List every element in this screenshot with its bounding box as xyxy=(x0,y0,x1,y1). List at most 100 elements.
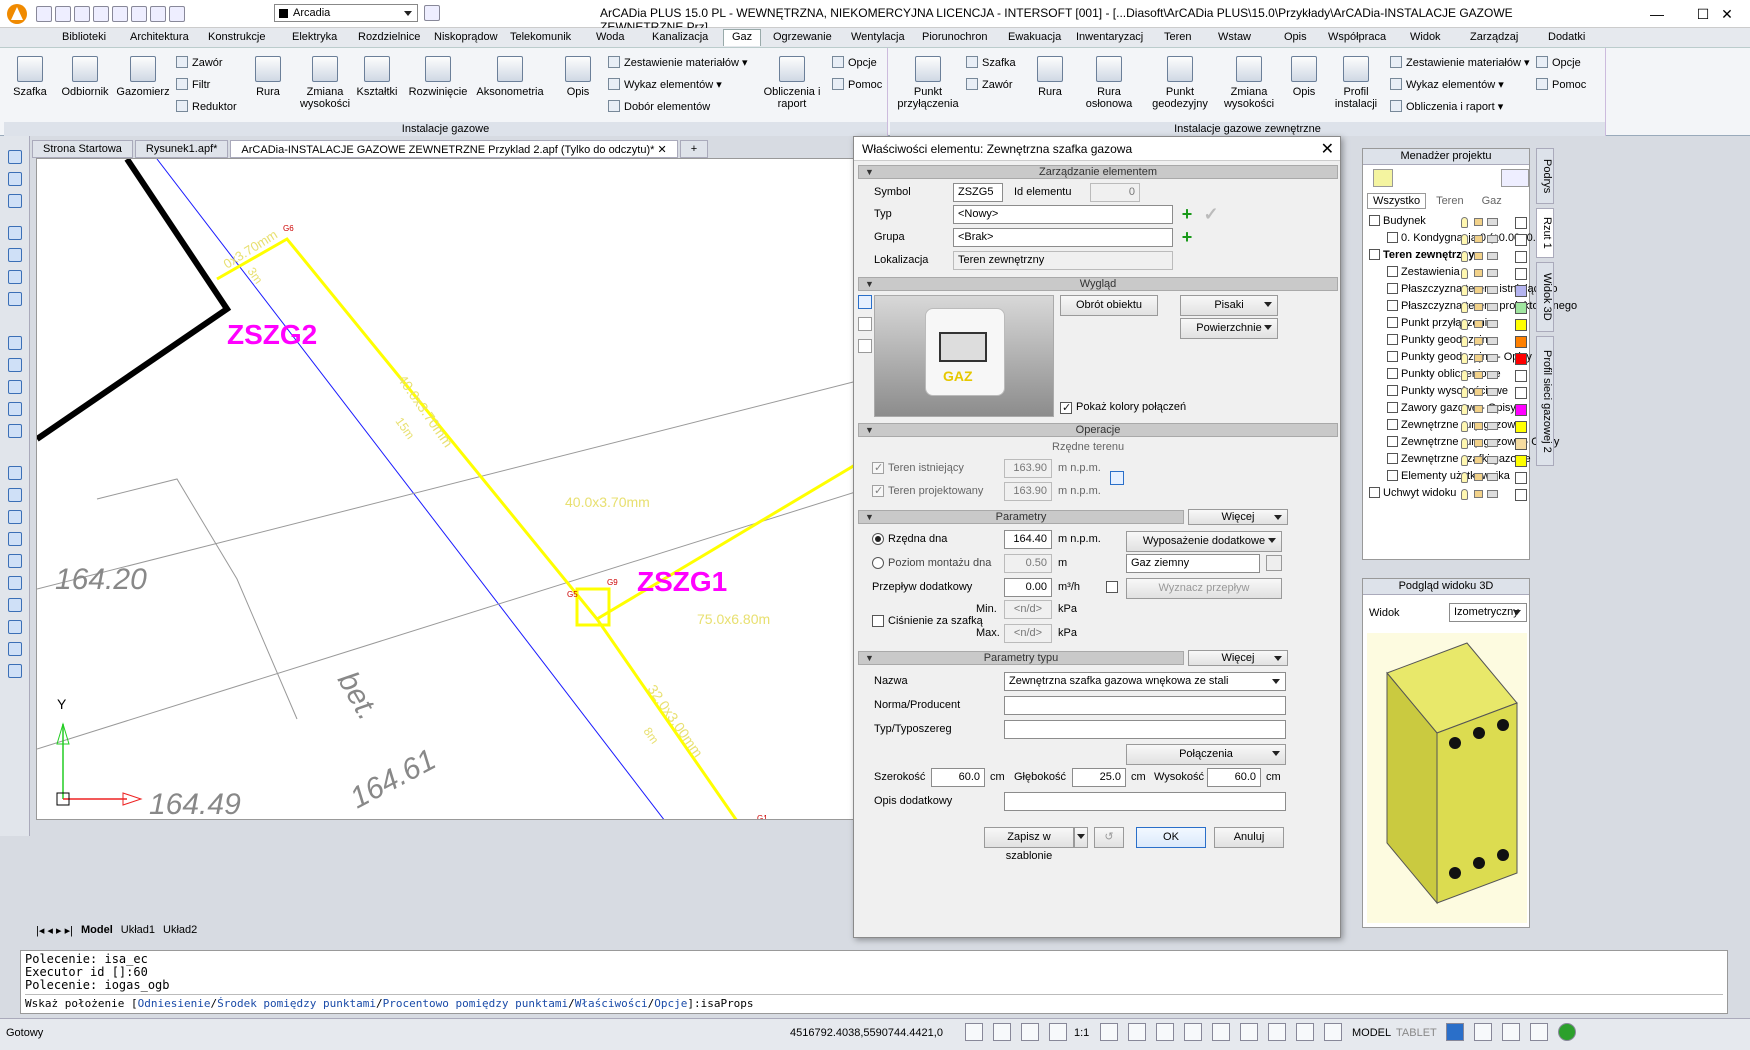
open-file-icon[interactable] xyxy=(55,6,71,22)
rzedna-dna-input[interactable]: 164.40 xyxy=(1004,530,1052,549)
tool-spline-icon[interactable] xyxy=(8,598,22,612)
lock-icon[interactable] xyxy=(1474,439,1483,447)
command-line[interactable]: Polecenie: isa_ec Executor id []:60 Pole… xyxy=(20,950,1728,1014)
lock-icon[interactable] xyxy=(1474,235,1483,243)
view-3d-icon[interactable] xyxy=(858,339,872,353)
tab-uklad2[interactable]: Układ2 xyxy=(163,924,197,936)
layer-color-swatch[interactable] xyxy=(1515,319,1527,331)
visibility-bulb-icon[interactable] xyxy=(1461,387,1468,398)
print-icon[interactable] xyxy=(1487,303,1498,311)
obliczenia-zew-button[interactable]: Obliczenia i raport ▾ xyxy=(1390,100,1503,113)
layer-color-swatch[interactable] xyxy=(1515,438,1527,450)
tool-dimension-icon[interactable] xyxy=(8,664,22,678)
tool-hatch-icon[interactable] xyxy=(8,620,22,634)
opcje-zew-button[interactable]: Opcje xyxy=(1536,56,1581,69)
tree-item[interactable]: 0. Kondygnacja 0 (±0.00=0.00) xyxy=(1363,232,1552,249)
layer-color-swatch[interactable] xyxy=(1515,472,1527,484)
tab-wszystko[interactable]: Wszystko xyxy=(1367,193,1427,209)
zapisz-dropdown-button[interactable] xyxy=(1074,827,1088,848)
rozwiniecie-button[interactable]: Rozwinięcie xyxy=(408,56,468,98)
visibility-bulb-icon[interactable] xyxy=(1461,302,1468,313)
norma-input[interactable] xyxy=(1004,696,1286,715)
nazwa-select[interactable]: Zewnętrzna szafka gazowa wnękowa ze stal… xyxy=(1004,672,1286,691)
tool-rotate-icon[interactable] xyxy=(8,336,22,350)
status-scale[interactable]: 1:1 xyxy=(1074,1027,1089,1039)
layer-properties-icon[interactable] xyxy=(424,5,440,21)
add-group-icon[interactable]: + xyxy=(1178,228,1196,247)
print-icon[interactable] xyxy=(1487,473,1498,481)
tree-item[interactable]: Zewnętrzne rury gazowe xyxy=(1363,419,1529,436)
menu-gaz[interactable]: Gaz xyxy=(723,29,762,46)
wiecej-params-button[interactable]: Więcej xyxy=(1188,509,1288,525)
lock-icon[interactable] xyxy=(1474,269,1483,277)
lock-icon[interactable] xyxy=(1474,490,1483,498)
layer-color-swatch[interactable] xyxy=(1515,217,1527,229)
visibility-bulb-icon[interactable] xyxy=(1461,319,1468,330)
menu-konstrukcje[interactable]: Konstrukcje xyxy=(208,31,265,43)
tree-item[interactable]: Zewnętrzne rury gazowe - Opisy xyxy=(1363,436,1559,453)
lock-icon[interactable] xyxy=(1474,252,1483,260)
tree-item[interactable]: Punkty wysokościowe xyxy=(1363,385,1529,402)
przeplyw-checkbox[interactable] xyxy=(1106,581,1118,593)
visibility-bulb-icon[interactable] xyxy=(1461,404,1468,415)
print-icon[interactable] xyxy=(1487,354,1498,362)
layer-color-swatch[interactable] xyxy=(1515,234,1527,246)
powierzchnie-button[interactable]: Powierzchnie xyxy=(1180,318,1278,339)
zawor-zew-button[interactable]: Zawór xyxy=(966,78,1013,91)
print-icon[interactable] xyxy=(1487,439,1498,447)
tool-window-icon[interactable] xyxy=(8,150,22,164)
layer-color-swatch[interactable] xyxy=(1515,489,1527,501)
view-2d-icon[interactable] xyxy=(858,317,872,331)
tool-line-icon[interactable] xyxy=(8,466,22,480)
save-as-icon[interactable] xyxy=(93,6,109,22)
lock-icon[interactable] xyxy=(1474,303,1483,311)
obliczenia-button[interactable]: Obliczenia i raport xyxy=(762,56,822,110)
menu-woda[interactable]: Woda xyxy=(596,31,625,43)
tree-item[interactable]: Punkty geodezyjne - Opisy xyxy=(1363,351,1532,368)
odbiornik-button[interactable]: Odbiornik xyxy=(58,56,112,98)
snap-toggle-icon[interactable] xyxy=(965,1023,983,1041)
lineweight-icon[interactable] xyxy=(1128,1023,1146,1041)
lock-icon[interactable] xyxy=(1474,371,1483,379)
drawing-canvas[interactable]: ZSZG2 ZSZG1 40.0x3.70mm 75.0x6.80m 40.0x… xyxy=(36,158,864,820)
close-tab-icon[interactable]: ✕ xyxy=(657,144,666,156)
visibility-bulb-icon[interactable] xyxy=(1461,438,1468,449)
gazomierz-button[interactable]: Gazomierz xyxy=(114,56,172,98)
lock-icon[interactable] xyxy=(1474,388,1483,396)
polar-toggle-icon[interactable] xyxy=(1049,1023,1067,1041)
display-icon[interactable] xyxy=(1474,1023,1492,1041)
widok-select[interactable]: Izometryczny xyxy=(1449,603,1527,622)
view-camera-icon[interactable] xyxy=(858,295,872,309)
zmiana-wysokosci-button[interactable]: Zmiana wysokości xyxy=(298,56,352,110)
print-icon[interactable] xyxy=(1487,286,1498,294)
tab-strona-startowa[interactable]: Strona Startowa xyxy=(32,140,133,158)
print-icon[interactable] xyxy=(1487,371,1498,379)
menu-ogrzewanie[interactable]: Ogrzewanie xyxy=(773,31,832,43)
section-zarzadzanie[interactable]: ▼ Zarządzanie elementem xyxy=(858,165,1338,179)
menu-piorunochron[interactable]: Piorunochron xyxy=(922,31,987,43)
polaczenia-button[interactable]: Połączenia xyxy=(1126,744,1286,765)
tab-teren[interactable]: Teren xyxy=(1428,193,1472,209)
layer-color-swatch[interactable] xyxy=(1515,302,1527,314)
print-icon[interactable] xyxy=(1487,269,1498,277)
print-icon[interactable] xyxy=(1487,252,1498,260)
rura-button[interactable]: Rura xyxy=(248,56,288,98)
section-parametry-typu[interactable]: ▼ Parametry typu xyxy=(858,651,1184,665)
wyposazenie-button[interactable]: Wyposażenie dodatkowe xyxy=(1126,531,1282,552)
zestawienie-button[interactable]: Zestawienie materiałów ▾ xyxy=(608,56,748,69)
menu-elektryka[interactable]: Elektryka xyxy=(292,31,337,43)
section-parametry[interactable]: ▼ Parametry xyxy=(858,510,1184,524)
print-icon[interactable] xyxy=(1487,456,1498,464)
menu-wentylacja[interactable]: Wentylacja xyxy=(851,31,905,43)
layer-dropdown[interactable]: Arcadia xyxy=(274,4,418,22)
tool-point-icon[interactable] xyxy=(8,576,22,590)
symbol-input[interactable]: ZSZG5 xyxy=(953,183,1003,202)
layer-color-swatch[interactable] xyxy=(1515,404,1527,416)
visibility-bulb-icon[interactable] xyxy=(1461,285,1468,296)
list-view-icon[interactable] xyxy=(1324,1023,1342,1041)
wykaz-button[interactable]: Wykaz elementów ▾ xyxy=(608,78,722,91)
tree-item[interactable]: Zawory gazowe - Opisy xyxy=(1363,402,1529,419)
project-manager-tool-icon[interactable] xyxy=(1373,169,1393,187)
pokaz-kolory-checkbox[interactable] xyxy=(1060,401,1072,414)
command-prompt[interactable]: Wskaż położenie [Odniesienie/Środek pomi… xyxy=(25,994,1723,1010)
